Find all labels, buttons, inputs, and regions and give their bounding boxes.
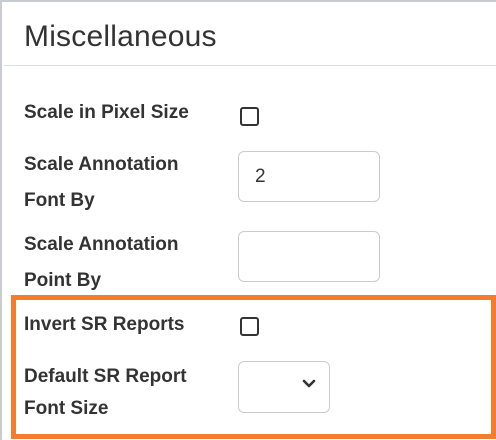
scale-annotation-point-label-line1: Scale Annotation	[24, 234, 179, 255]
scale-annotation-font-input[interactable]	[238, 151, 380, 202]
scale-pixel-size-label: Scale in Pixel Size	[24, 102, 189, 123]
sr-font-size-select[interactable]	[238, 361, 330, 413]
scale-annotation-point-label-line2: Point By	[24, 270, 102, 291]
scale-annotation-font-label-line2: Font By	[24, 190, 95, 211]
sr-font-size-label-line2: Font Size	[24, 398, 109, 419]
scale-annotation-font-label-line1: Scale Annotation	[24, 154, 179, 175]
invert-sr-reports-checkbox[interactable]	[240, 317, 259, 336]
section-title: Miscellaneous	[24, 20, 217, 53]
scale-annotation-point-input[interactable]	[238, 231, 380, 282]
invert-sr-reports-label: Invert SR Reports	[24, 314, 185, 335]
scale-pixel-size-checkbox[interactable]	[240, 107, 259, 126]
sr-font-size-label-line1: Default SR Report	[24, 366, 187, 387]
chevron-down-icon	[302, 379, 316, 388]
title-divider	[4, 65, 496, 66]
miscellaneous-panel: Miscellaneous Scale in Pixel Size Scale …	[0, 0, 496, 440]
